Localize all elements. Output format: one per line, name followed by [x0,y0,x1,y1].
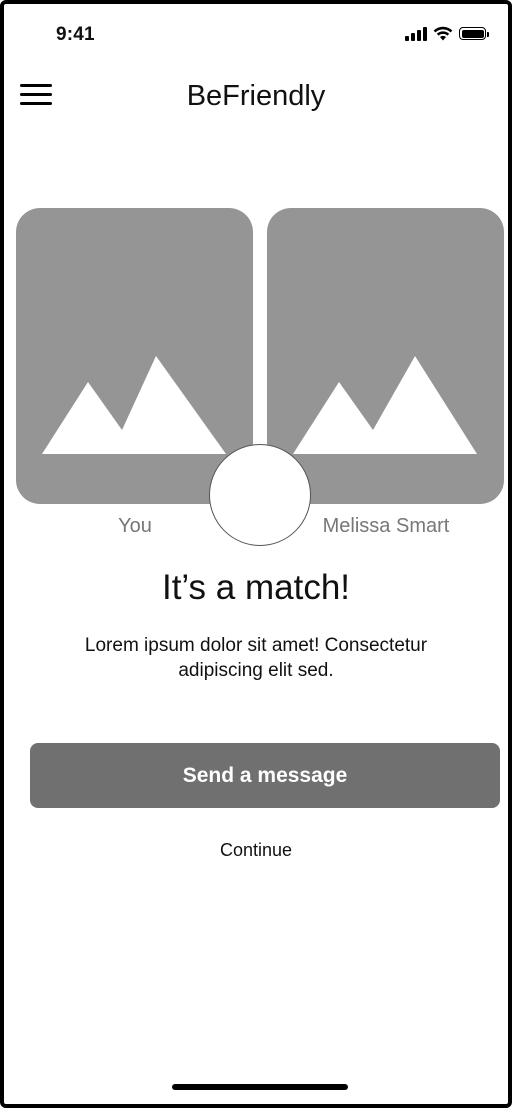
image-placeholder-icon [42,356,226,454]
match-headline: It’s a match! [161,568,351,607]
match-name: Melissa Smart [322,515,450,537]
send-message-button[interactable]: Send a message [30,743,500,808]
home-indicator[interactable] [172,1084,348,1090]
status-time: 9:41 [56,24,95,45]
battery-icon [459,27,489,40]
wifi-icon [433,26,453,41]
your-label: You [118,515,152,537]
phone-screen: 9:41 BeFriendly You Melissa Smart It’s a… [0,0,512,1108]
image-placeholder-icon [293,356,477,454]
match-photo [267,208,504,504]
continue-link[interactable]: Continue [4,840,508,861]
your-photo [16,208,253,504]
app-title: BeFriendly [186,80,326,112]
status-icons [405,26,489,41]
match-description: Lorem ipsum dolor sit amet! Consectetur … [84,635,428,681]
signal-icon [405,26,427,41]
